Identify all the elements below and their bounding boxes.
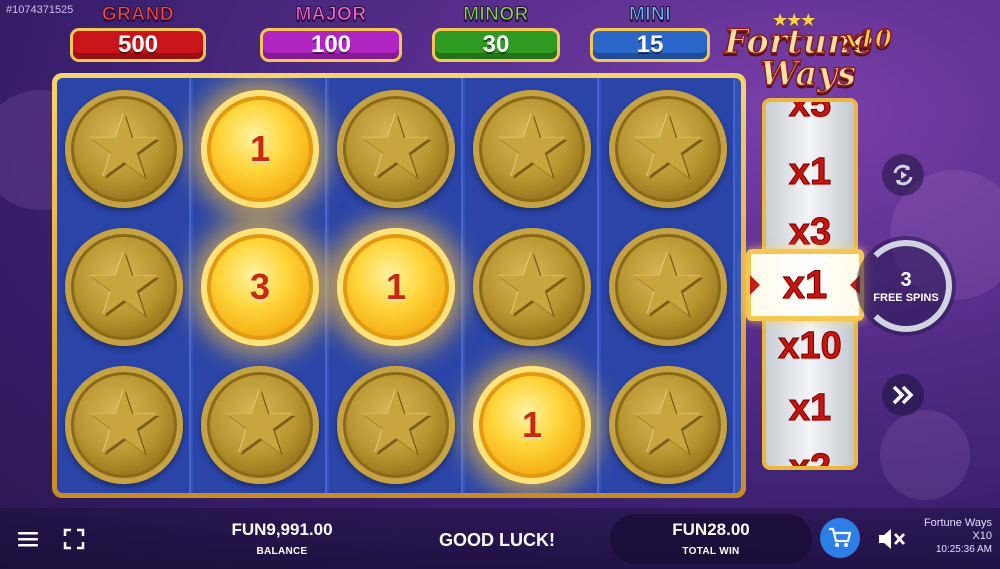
reel-grid: ★ 1 ★ ★ ★ ★ 3 1 ★ ★ ★ ★ ★ 1 ★ xyxy=(52,73,746,498)
star-icon: ★ xyxy=(628,373,708,473)
hamburger-menu-icon xyxy=(18,532,38,547)
free-spins-counter: 3 FREE SPINS xyxy=(856,236,956,336)
star-icon: ★ xyxy=(84,373,164,473)
game-title-line1: Fortune Ways xyxy=(923,517,992,529)
multiplier-value: x1 xyxy=(788,386,832,429)
jackpot-major-box: 100 xyxy=(260,28,402,62)
jackpot-major-value: 100 xyxy=(310,31,352,58)
logo-multiplier: x10 xyxy=(843,23,892,54)
star-coin-symbol: ★ xyxy=(65,366,183,484)
star-coin-symbol: ★ xyxy=(609,90,727,208)
jackpot-minor-box: 30 xyxy=(432,28,560,62)
autoplay-icon xyxy=(893,164,913,186)
reel-cell: ★ xyxy=(193,356,327,493)
free-spins-label: FREE SPINS xyxy=(873,291,939,304)
status-message: GOOD LUCK! xyxy=(439,530,555,550)
jackpot-grand-value: 500 xyxy=(117,31,159,58)
star-icon: ★ xyxy=(356,97,436,197)
star-coin-symbol: ★ xyxy=(609,366,727,484)
jackpot-grand-box: 500 xyxy=(70,28,206,62)
reel-cell: ★ xyxy=(329,80,463,218)
reel-cell: 1 xyxy=(465,356,599,493)
reel-cell: 1 xyxy=(193,80,327,218)
fast-forward-icon xyxy=(892,385,914,405)
reel-cell: ★ xyxy=(57,218,191,356)
multiplier-selector: x1 xyxy=(746,249,864,321)
jackpot-grand: GRAND 500 xyxy=(70,4,206,64)
background-bokeh xyxy=(880,410,970,500)
star-icon: ★ xyxy=(84,235,164,335)
coin-value: 1 xyxy=(385,266,407,307)
total-win-value: FUN28.00 xyxy=(672,520,750,539)
jackpot-mini-label: MINI xyxy=(628,4,672,26)
star-icon: ★ xyxy=(356,373,436,473)
speaker-muted-icon xyxy=(879,529,906,549)
autoplay-button[interactable] xyxy=(882,154,924,196)
star-icon: ★ xyxy=(492,235,572,335)
clock-time: 10:25:36 AM xyxy=(935,544,992,555)
game-title-line2: X10 xyxy=(972,530,992,542)
jackpot-grand-label: GRAND xyxy=(101,4,175,26)
coin-value: 1 xyxy=(249,128,271,169)
jackpot-minor-value: 30 xyxy=(482,31,510,58)
star-coin-symbol: ★ xyxy=(337,90,455,208)
reel-cell: ★ xyxy=(465,218,599,356)
buy-feature-button[interactable] xyxy=(820,518,860,558)
jackpot-major-label: MAJOR xyxy=(295,4,367,26)
jackpot-minor: MINOR 30 xyxy=(432,4,560,64)
free-spins-count: 3 xyxy=(900,268,912,291)
star-icon: ★ xyxy=(492,97,572,197)
gold-coin-symbol: 3 xyxy=(201,228,319,346)
star-icon: ★ xyxy=(628,97,708,197)
multiplier-value: x1 xyxy=(788,150,832,193)
reel-cell: 1 xyxy=(329,218,463,356)
game-title-info: Fortune Ways X10 10:25:36 AM xyxy=(924,517,992,556)
turbo-button[interactable] xyxy=(882,374,924,416)
game-id: #1074371525 xyxy=(6,4,74,16)
reel-cell: ★ xyxy=(57,80,191,218)
reel-cell: ★ xyxy=(57,356,191,493)
reel-cell: ★ xyxy=(601,80,735,218)
balance-value: FUN9,991.00 xyxy=(231,520,333,539)
fullscreen-icon xyxy=(63,528,85,550)
gold-coin-symbol: 1 xyxy=(201,90,319,208)
coin-value: 3 xyxy=(249,266,271,307)
coin-value: 1 xyxy=(521,404,543,445)
jackpot-major: MAJOR 100 xyxy=(260,4,402,64)
star-icon: ★ xyxy=(84,97,164,197)
star-coin-symbol: ★ xyxy=(473,90,591,208)
gold-coin-symbol: 1 xyxy=(337,228,455,346)
star-coin-symbol: ★ xyxy=(473,228,591,346)
jackpot-mini-box: 15 xyxy=(590,28,710,62)
fullscreen-button[interactable] xyxy=(58,523,90,555)
reel-cell: ★ xyxy=(329,356,463,493)
jackpot-mini-value: 15 xyxy=(636,31,664,58)
star-icon: ★ xyxy=(628,235,708,335)
selected-multiplier: x1 xyxy=(782,262,828,307)
star-coin-symbol: ★ xyxy=(201,366,319,484)
logo-line2: Ways xyxy=(759,53,857,95)
shopping-cart-icon xyxy=(829,527,852,547)
reel-cell: 3 xyxy=(193,218,327,356)
reel-cell: ★ xyxy=(601,356,735,493)
multiplier-value: x2 xyxy=(788,446,832,470)
star-coin-symbol: ★ xyxy=(609,228,727,346)
multiplier-value: x5 xyxy=(788,98,832,125)
reel-area: ★ 1 ★ ★ ★ ★ 3 1 ★ ★ ★ ★ ★ 1 ★ xyxy=(57,78,741,493)
star-coin-symbol: ★ xyxy=(65,228,183,346)
multiplier-value: x10 xyxy=(778,324,842,367)
reel-cell: ★ xyxy=(465,80,599,218)
gold-coin-symbol: 1 xyxy=(473,366,591,484)
star-icon: ★ xyxy=(220,373,300,473)
jackpot-minor-label: MINOR xyxy=(463,4,529,26)
reel-cell: ★ xyxy=(601,218,735,356)
menu-button[interactable] xyxy=(12,523,44,555)
star-coin-symbol: ★ xyxy=(65,90,183,208)
balance-label: BALANCE xyxy=(256,546,308,557)
total-win-label: TOTAL WIN xyxy=(682,546,740,557)
star-coin-symbol: ★ xyxy=(337,366,455,484)
jackpot-mini: MINI 15 xyxy=(590,4,710,64)
sound-button[interactable] xyxy=(874,522,910,556)
